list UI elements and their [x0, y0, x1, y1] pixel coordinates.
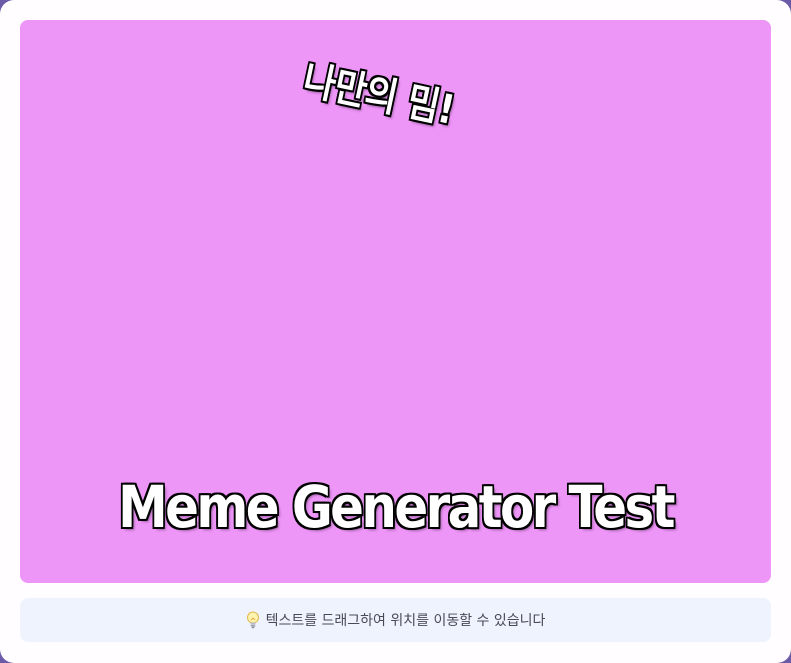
meme-bottom-text[interactable]: Meme Generator Test	[73, 478, 719, 536]
drag-hint-bar: 텍스트를 드래그하여 위치를 이동할 수 있습니다	[20, 598, 771, 642]
meme-generator-window: 나만의 밈! Meme Generator Test 텍스트를 드래그하여 위치…	[0, 0, 791, 663]
lightbulb-icon	[246, 611, 260, 629]
meme-canvas[interactable]: 나만의 밈! Meme Generator Test	[20, 20, 771, 583]
meme-top-text[interactable]: 나만의 밈!	[299, 57, 458, 134]
drag-hint-text: 텍스트를 드래그하여 위치를 이동할 수 있습니다	[265, 613, 546, 629]
